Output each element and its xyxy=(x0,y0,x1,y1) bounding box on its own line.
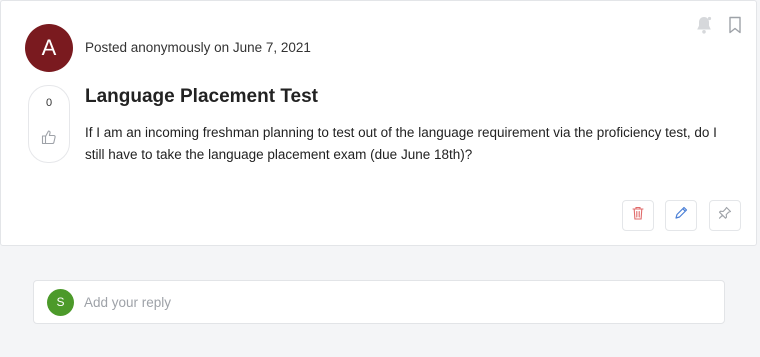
like-button[interactable] xyxy=(32,123,66,155)
reply-avatar: S xyxy=(47,288,74,316)
edit-button[interactable] xyxy=(665,200,697,231)
post-body: If I am an incoming freshman planning to… xyxy=(85,125,717,162)
delete-button[interactable] xyxy=(622,200,654,231)
bell-icon[interactable] xyxy=(694,15,714,35)
thumbs-up-icon xyxy=(41,129,57,150)
post-card: A Posted anonymously on June 7, 2021 0 L… xyxy=(0,0,757,246)
bookmark-icon[interactable] xyxy=(728,16,742,34)
author-avatar: A xyxy=(25,24,73,72)
post-top-actions xyxy=(694,15,742,35)
reply-avatar-letter: S xyxy=(56,295,65,309)
posted-info: Posted anonymously on June 7, 2021 xyxy=(85,40,311,55)
reply-box: S xyxy=(33,280,725,324)
trash-icon xyxy=(632,206,644,225)
post-title: Language Placement Test xyxy=(85,86,318,107)
pin-button[interactable] xyxy=(709,200,741,231)
pencil-icon xyxy=(674,206,688,225)
vote-count: 0 xyxy=(45,97,53,109)
reply-input[interactable] xyxy=(82,293,686,311)
vote-box: 0 xyxy=(28,85,70,163)
pin-icon xyxy=(718,206,732,225)
author-avatar-letter: A xyxy=(41,35,57,60)
